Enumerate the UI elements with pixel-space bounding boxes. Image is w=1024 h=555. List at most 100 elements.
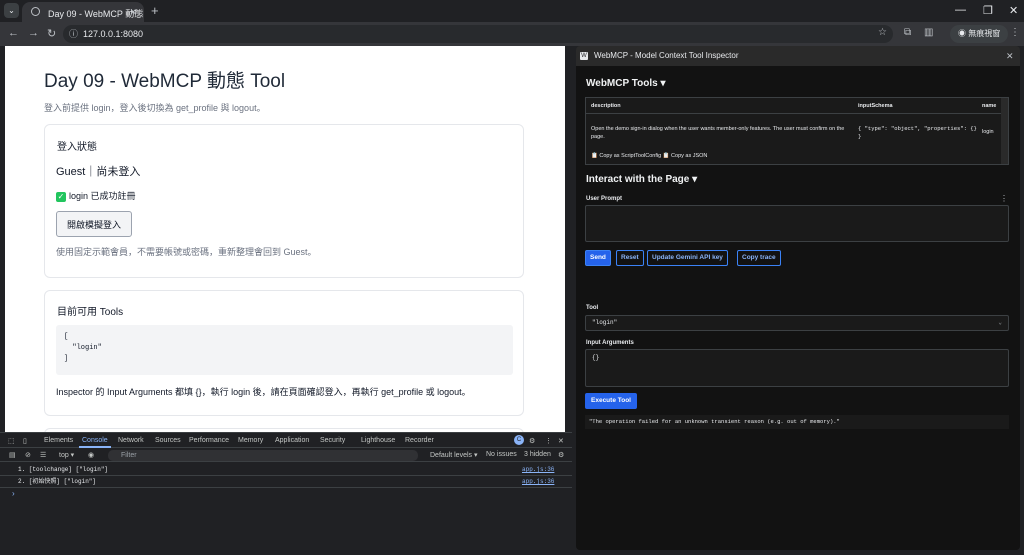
- tool-schema: { "type": "object", "properties": {} }: [858, 125, 977, 140]
- devtools-close-icon[interactable]: ✕: [558, 437, 564, 445]
- devtools-menu-icon[interactable]: ⋮: [545, 437, 552, 445]
- tab-network[interactable]: Network: [118, 437, 144, 444]
- login-card-title: 登入狀態: [57, 142, 97, 153]
- devtools-tabbar: ⬚ ▯ Elements Console Network Sources Per…: [0, 433, 572, 448]
- toolbar: ← → ↻ ⓘ 127.0.0.1:8080 ☆ ⧉ ▥ ◉ 無痕視窗 ⋮: [0, 22, 1024, 46]
- log-text: 2. [初始快照] ["login"]: [18, 478, 97, 485]
- hidden-count: 3 hidden: [524, 451, 551, 458]
- bookmark-star-icon[interactable]: ☆: [878, 27, 887, 38]
- interact-heading[interactable]: Interact with the Page ▾: [586, 174, 697, 185]
- send-button[interactable]: Send: [585, 250, 611, 266]
- device-icon[interactable]: ▯: [23, 437, 27, 445]
- console-prompt[interactable]: ›: [12, 489, 15, 498]
- inspector-header: W WebMCP - Model Context Tool Inspector …: [576, 46, 1020, 66]
- sidebar-toggle-icon[interactable]: ▤: [9, 451, 16, 459]
- tools-card-title: 目前可用 Tools: [57, 307, 124, 318]
- col-description: description: [591, 103, 621, 109]
- ai-assist-icon[interactable]: C: [514, 435, 524, 445]
- tools-table: description inputSchema name Open the de…: [585, 97, 1009, 165]
- console-log-row: 2. [初始快照] ["login"] app.js:36: [0, 476, 572, 488]
- inspector-title: WebMCP - Model Context Tool Inspector: [594, 51, 739, 60]
- inspect-icon[interactable]: ⬚: [8, 437, 15, 445]
- address-bar[interactable]: ⓘ 127.0.0.1:8080: [63, 25, 893, 43]
- tab-application[interactable]: Application: [275, 437, 309, 444]
- panel-close-icon[interactable]: ✕: [1006, 46, 1014, 66]
- inspector-body: WebMCP Tools ▾ description inputSchema n…: [576, 66, 1020, 550]
- user-prompt-input[interactable]: [585, 205, 1009, 242]
- close-icon[interactable]: ✕: [129, 7, 137, 18]
- profile-label: 無痕視窗: [968, 29, 1001, 38]
- tab-security[interactable]: Security: [320, 437, 345, 444]
- filter-funnel-icon[interactable]: ☰: [40, 451, 46, 459]
- registered-text: login 已成功註冊: [69, 191, 136, 201]
- tab-elements[interactable]: Elements: [44, 437, 73, 444]
- execute-tool-button[interactable]: Execute Tool: [585, 393, 637, 409]
- console-settings-icon[interactable]: ⚙: [558, 451, 564, 459]
- side-panel-icon[interactable]: ▥: [924, 27, 933, 38]
- tab-memory[interactable]: Memory: [238, 437, 263, 444]
- new-tab-button[interactable]: +: [151, 3, 159, 18]
- col-inputschema: inputSchema: [858, 103, 893, 109]
- url-text: 127.0.0.1:8080: [83, 29, 144, 39]
- eye-icon[interactable]: ◉: [88, 451, 94, 459]
- update-api-key-button[interactable]: Update Gemini API key: [647, 250, 728, 266]
- console-toolbar: ▤ ⊘ ☰ top ▾ ◉ Filter Default levels ▾ No…: [0, 449, 572, 462]
- settings-icon[interactable]: ⚙: [529, 437, 535, 445]
- guest-status: Guest｜尚未登入: [56, 166, 141, 178]
- restore-icon[interactable]: ❐: [983, 4, 993, 17]
- log-source-link[interactable]: app.js:36: [522, 464, 554, 476]
- tab-search-button[interactable]: ⌄: [4, 3, 19, 18]
- tool-description: Open the demo sign-in dialog when the us…: [591, 126, 845, 140]
- profile-button[interactable]: ◉ 無痕視窗: [950, 25, 1009, 43]
- browser-tab-strip: ⌄ Day 09 - WebMCP 動態 Tool ✕ + — ❐ ✕: [0, 0, 1024, 22]
- web-page: Day 09 - WebMCP 動態 Tool 登入前提供 login，登入後切…: [5, 46, 565, 432]
- devtools-panel: ⬚ ▯ Elements Console Network Sources Per…: [0, 432, 572, 555]
- webmcp-logo-icon: W: [580, 52, 588, 60]
- context-selector[interactable]: top ▾: [59, 451, 74, 459]
- copy-trace-button[interactable]: Copy trace: [737, 250, 781, 266]
- menu-icon[interactable]: ⋮: [1010, 27, 1020, 38]
- tab-performance[interactable]: Performance: [189, 437, 229, 444]
- log-levels-dropdown[interactable]: Default levels ▾: [430, 451, 477, 459]
- active-tab-underline: [79, 446, 111, 448]
- extensions-icon[interactable]: ⧉: [904, 27, 911, 38]
- reload-icon[interactable]: ↻: [47, 27, 56, 40]
- open-login-button[interactable]: 開啟模擬登入: [56, 211, 133, 237]
- tab-sources[interactable]: Sources: [155, 437, 181, 444]
- forward-icon[interactable]: →: [28, 27, 39, 39]
- issues-count[interactable]: No issues: [486, 451, 517, 458]
- col-name: name: [982, 103, 997, 109]
- inspector-panel: W WebMCP - Model Context Tool Inspector …: [576, 46, 1020, 550]
- table-divider: [586, 113, 1002, 114]
- tab-lighthouse[interactable]: Lighthouse: [361, 437, 395, 444]
- back-icon[interactable]: ←: [8, 27, 19, 39]
- prompt-menu-icon[interactable]: ⋮: [1000, 194, 1008, 203]
- minimize-icon[interactable]: —: [955, 4, 966, 16]
- user-prompt-label: User Prompt: [586, 196, 623, 202]
- tools-heading[interactable]: WebMCP Tools ▾: [586, 78, 665, 89]
- input-arguments-field[interactable]: {}: [585, 349, 1009, 387]
- log-text: 1. [toolchange] ["login"]: [18, 466, 109, 473]
- copy-links[interactable]: 📋 Copy as ScriptToolConfig 📋 Copy as JSO…: [591, 153, 707, 159]
- table-scrollbar[interactable]: [1001, 98, 1008, 164]
- tools-card: 目前可用 Tools [ "login" ] Inspector 的 Input…: [44, 290, 524, 416]
- site-info-icon[interactable]: ⓘ: [69, 25, 78, 43]
- incognito-icon: ◉: [958, 29, 969, 38]
- filter-placeholder: Filter: [121, 452, 137, 459]
- window-close-icon[interactable]: ✕: [1009, 4, 1018, 17]
- registered-status: ✓ login 已成功註冊: [56, 189, 136, 202]
- check-icon: ✓: [56, 192, 66, 202]
- console-filter-input[interactable]: Filter: [108, 450, 418, 461]
- clear-console-icon[interactable]: ⊘: [25, 451, 31, 459]
- tab-recorder[interactable]: Recorder: [405, 437, 434, 444]
- browser-tab[interactable]: Day 09 - WebMCP 動態 Tool ✕: [22, 2, 144, 22]
- log-source-link[interactable]: app.js:36: [522, 476, 554, 488]
- login-note: 使用固定示範會員，不需要帳號或密碼，重新整理會回到 Guest。: [56, 247, 317, 257]
- tools-json: [ "login" ]: [56, 325, 513, 375]
- chevron-down-icon: ⌄: [998, 319, 1002, 326]
- reset-button[interactable]: Reset: [616, 250, 644, 266]
- tab-console[interactable]: Console: [82, 437, 108, 444]
- tool-select[interactable]: "login" ⌄: [585, 315, 1009, 331]
- page-title: Day 09 - WebMCP 動態 Tool: [44, 71, 286, 92]
- tool-name: login: [982, 129, 994, 135]
